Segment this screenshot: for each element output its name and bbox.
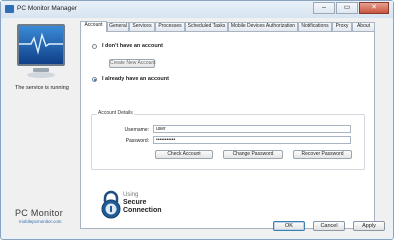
username-field[interactable]: user bbox=[153, 125, 351, 133]
client-area: The service is running PC Monitor mobile… bbox=[5, 18, 390, 237]
check-account-button[interactable]: Check Account bbox=[155, 150, 213, 159]
password-field[interactable]: ••••••••••• bbox=[153, 136, 351, 144]
tab-notifications[interactable]: Notifications bbox=[298, 22, 332, 31]
username-label: Username: bbox=[124, 127, 149, 133]
pc-monitor-logo: PC Monitor mobilepcmonitor.com bbox=[15, 208, 64, 224]
window-title: PC Monitor Manager bbox=[17, 5, 77, 12]
heartbeat-icon bbox=[19, 32, 63, 55]
logo-name: PC Monitor bbox=[15, 208, 64, 218]
change-password-button[interactable]: Change Password bbox=[223, 150, 283, 159]
title-bar[interactable]: PC Monitor Manager – ▭ ✕ bbox=[1, 1, 393, 18]
no-account-radio[interactable] bbox=[92, 44, 97, 49]
recover-password-button[interactable]: Recover Password bbox=[293, 150, 352, 159]
apply-button[interactable]: Apply bbox=[353, 221, 385, 231]
account-panel: I don't have an account Create New Accou… bbox=[80, 31, 375, 229]
logo-url: mobilepcmonitor.com bbox=[19, 219, 62, 224]
tab-proxy[interactable]: Proxy bbox=[332, 22, 352, 31]
have-account-label[interactable]: I already have an account bbox=[102, 76, 169, 82]
tab-processes[interactable]: Processes bbox=[155, 22, 185, 31]
ok-button[interactable]: OK bbox=[273, 221, 305, 231]
monitor-icon bbox=[17, 24, 65, 66]
tab-general[interactable]: General bbox=[107, 22, 129, 31]
no-account-label[interactable]: I don't have an account bbox=[102, 43, 163, 49]
tab-scheduled-tasks[interactable]: Scheduled Tasks bbox=[185, 22, 228, 31]
create-account-button[interactable]: Create New Account bbox=[109, 59, 156, 68]
tab-mobile-devices-authorization[interactable]: Mobile Devices Authorization bbox=[228, 22, 298, 31]
secure-using-label: Using bbox=[123, 192, 139, 198]
close-button[interactable]: ✕ bbox=[359, 2, 389, 14]
account-details-title: Account Details bbox=[97, 110, 134, 116]
tab-services[interactable]: Services bbox=[129, 22, 155, 31]
minimize-button[interactable]: – bbox=[313, 2, 335, 14]
app-icon bbox=[5, 5, 14, 13]
maximize-button[interactable]: ▭ bbox=[336, 2, 358, 14]
cancel-button[interactable]: Cancel bbox=[313, 221, 345, 231]
tab-about[interactable]: About bbox=[352, 22, 375, 31]
tab-account[interactable]: Account bbox=[80, 21, 107, 32]
secure-label: Secure bbox=[123, 199, 147, 206]
have-account-radio[interactable] bbox=[92, 77, 97, 82]
service-status: The service is running bbox=[15, 85, 69, 91]
monitor-base bbox=[27, 72, 55, 78]
password-label: Password: bbox=[125, 138, 149, 144]
main-window: PC Monitor Manager – ▭ ✕ The service is … bbox=[0, 0, 394, 240]
connection-label: Connection bbox=[123, 207, 162, 214]
padlock-icon bbox=[101, 190, 121, 219]
